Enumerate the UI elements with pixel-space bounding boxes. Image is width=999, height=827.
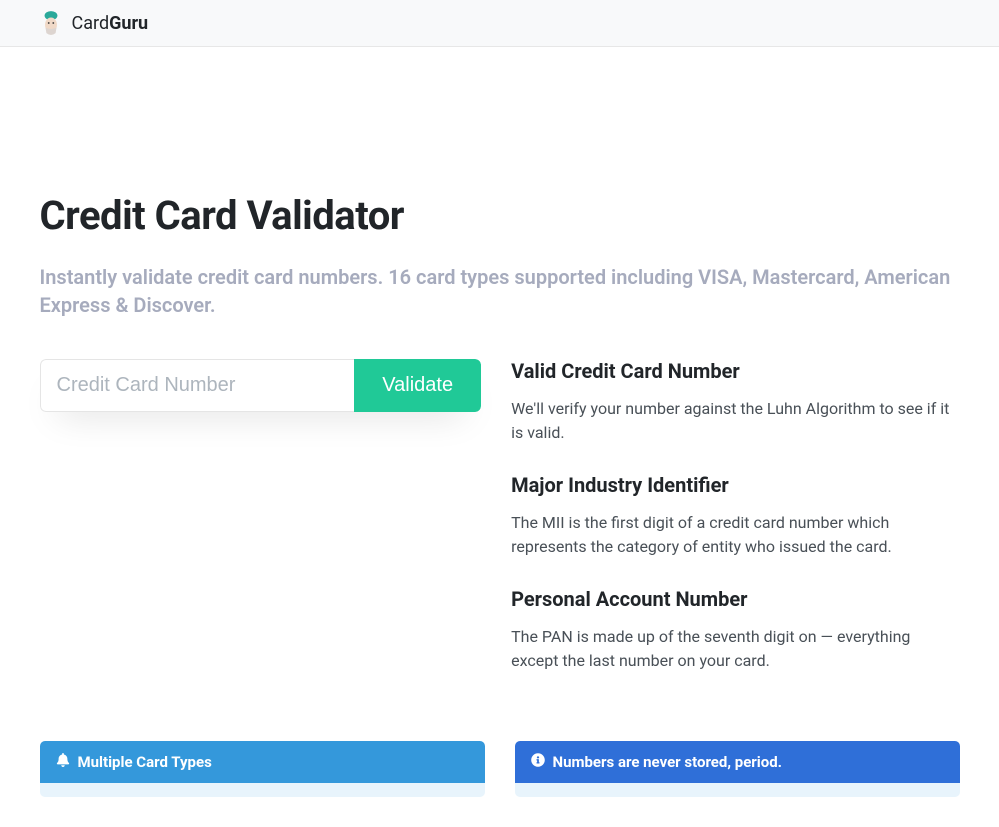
section-text-valid: We'll verify your number against the Luh…: [511, 397, 959, 445]
page-lead: Instantly validate credit card numbers. …: [40, 263, 960, 319]
section-text-pan: The PAN is made up of the seventh digit …: [511, 625, 959, 673]
info-card-types: Multiple Card Types: [40, 741, 485, 797]
card-header-storage: Numbers are never stored, period.: [515, 741, 960, 783]
brand-part2: Guru: [109, 13, 148, 34]
validator-input-group: Validate: [40, 359, 482, 412]
section-text-mii: The MII is the first digit of a credit c…: [511, 511, 959, 559]
section-heading-pan: Personal Account Number: [511, 587, 959, 611]
brand-logo-icon: [40, 12, 62, 34]
page-title: Credit Card Validator: [40, 192, 960, 239]
card-number-input[interactable]: [40, 359, 355, 412]
bell-icon: [56, 753, 70, 771]
card-body-storage: [515, 783, 960, 797]
brand-part1: Card: [72, 13, 110, 34]
info-circle-icon: [531, 753, 545, 771]
card-body-types: [40, 783, 485, 797]
card-heading-storage: Numbers are never stored, period.: [553, 753, 783, 771]
brand-name[interactable]: CardGuru: [72, 13, 149, 34]
validate-button[interactable]: Validate: [354, 359, 481, 412]
section-heading-valid: Valid Credit Card Number: [511, 359, 959, 383]
card-header-types: Multiple Card Types: [40, 741, 485, 783]
section-heading-mii: Major Industry Identifier: [511, 473, 959, 497]
info-card-storage: Numbers are never stored, period.: [515, 741, 960, 797]
card-heading-types: Multiple Card Types: [78, 753, 212, 771]
navbar: CardGuru: [0, 0, 999, 47]
